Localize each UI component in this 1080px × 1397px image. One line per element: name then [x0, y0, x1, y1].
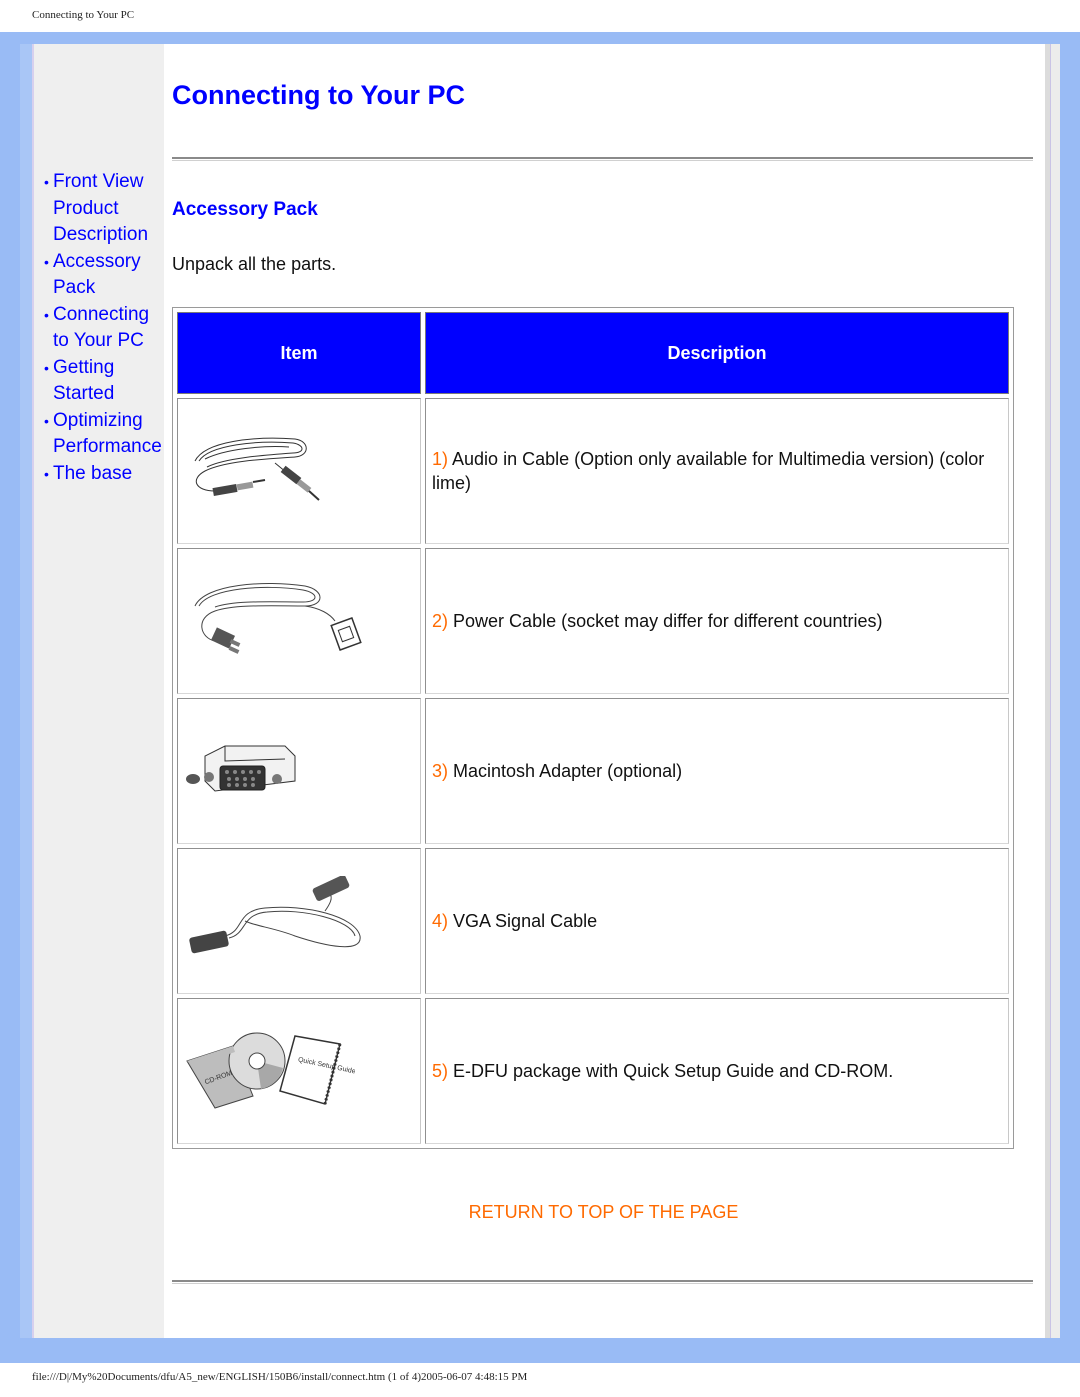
sidebar-link[interactable]: Connecting to Your PC	[53, 302, 166, 355]
bullet-icon: •	[44, 174, 49, 190]
sidebar: • Front View Product Description • Accesso…	[32, 44, 164, 1338]
item-image-cell: CD-ROM Quick Setup Guide	[177, 998, 421, 1144]
item-image-cell	[177, 698, 421, 844]
sidebar-item-accessory-pack[interactable]: • Accessory Pack	[40, 249, 166, 302]
item-description: Macintosh Adapter (optional)	[453, 761, 683, 781]
sidebar-item-connecting[interactable]: • Connecting to Your PC	[40, 302, 166, 355]
item-description-cell: 3) Macintosh Adapter (optional)	[425, 698, 1009, 844]
item-description: E-DFU package with Quick Setup Guide and…	[453, 1061, 894, 1081]
page-content: • Front View Product Description • Accesso…	[32, 44, 1045, 1338]
print-header: Connecting to Your PC	[32, 9, 135, 21]
cd-rom-guide-icon: CD-ROM Quick Setup Guide	[186, 1032, 355, 1109]
sidebar-link[interactable]: The base	[53, 461, 132, 488]
item-description-cell: 5) E-DFU package with Quick Setup Guide …	[425, 998, 1009, 1144]
item-image-cell	[177, 398, 421, 544]
item-number: 5)	[432, 1061, 449, 1081]
print-footer: file:///D|/My%20Documents/dfu/A5_new/ENG…	[32, 1371, 528, 1383]
bullet-icon: •	[44, 359, 49, 376]
vga-cable-icon	[189, 876, 361, 954]
item-number: 2)	[432, 611, 449, 631]
item-number: 4)	[432, 911, 449, 931]
page-title: Connecting to Your PC	[172, 80, 465, 110]
intro-text: Unpack all the parts.	[172, 254, 337, 274]
item-description-cell: 1) Audio in Cable (Option only available…	[425, 398, 1009, 544]
table-row: 1) Audio in Cable (Option only available…	[177, 398, 1009, 544]
table-row: 2) Power Cable (socket may differ for di…	[177, 548, 1009, 694]
bullet-icon: •	[44, 465, 49, 482]
sidebar-item-front-view[interactable]: • Front View Product Description	[40, 169, 166, 249]
sidebar-link[interactable]: Accessory Pack	[53, 249, 166, 302]
audio-cable-icon	[194, 437, 320, 501]
item-image-cell	[177, 548, 421, 694]
divider	[172, 157, 1033, 161]
column-header-description: Description	[425, 312, 1009, 394]
bullet-icon: •	[44, 253, 49, 270]
return-to-top-link[interactable]: RETURN TO TOP OF THE PAGE	[172, 1202, 1035, 1223]
sidebar-item-getting-started[interactable]: • Getting Started	[40, 355, 166, 408]
page-frame: • Front View Product Description • Accesso…	[0, 32, 1080, 1363]
item-number: 3)	[432, 761, 449, 781]
sidebar-item-the-base[interactable]: • The base	[40, 461, 166, 488]
bullet-icon: •	[44, 412, 49, 429]
mac-adapter-icon	[186, 745, 296, 792]
sidebar-link[interactable]: Optimizing Performance	[53, 408, 166, 461]
sidebar-nav: • Front View Product Description • Accesso…	[40, 169, 166, 487]
item-description: Audio in Cable (Option only available fo…	[432, 449, 985, 493]
accessory-table: Item Description 1) Audio in Cable (Opti…	[172, 307, 1014, 1149]
sidebar-link[interactable]: Getting Started	[53, 355, 166, 408]
column-header-item: Item	[177, 312, 421, 394]
item-description-cell: 4) VGA Signal Cable	[425, 848, 1009, 994]
bullet-icon: •	[44, 306, 49, 323]
table-row: 3) Macintosh Adapter (optional)	[177, 698, 1009, 844]
item-image-cell	[177, 848, 421, 994]
power-cable-icon	[194, 583, 362, 654]
table-header-row: Item Description	[177, 312, 1009, 394]
item-description: VGA Signal Cable	[453, 911, 598, 931]
frame-right-strip	[1050, 44, 1060, 1338]
item-number: 1)	[432, 449, 449, 469]
item-description: Power Cable (socket may differ for diffe…	[453, 611, 883, 631]
divider	[172, 1280, 1033, 1284]
sidebar-item-optimizing[interactable]: • Optimizing Performance	[40, 408, 166, 461]
table-row: 4) VGA Signal Cable	[177, 848, 1009, 994]
frame-left-strip	[20, 44, 32, 1338]
item-description-cell: 2) Power Cable (socket may differ for di…	[425, 548, 1009, 694]
table-row: CD-ROM Quick Setup Guide 5) E-DFU packag…	[177, 998, 1009, 1144]
sidebar-link[interactable]: Front View Product Description	[53, 169, 166, 249]
section-title: Accessory Pack	[172, 199, 318, 220]
